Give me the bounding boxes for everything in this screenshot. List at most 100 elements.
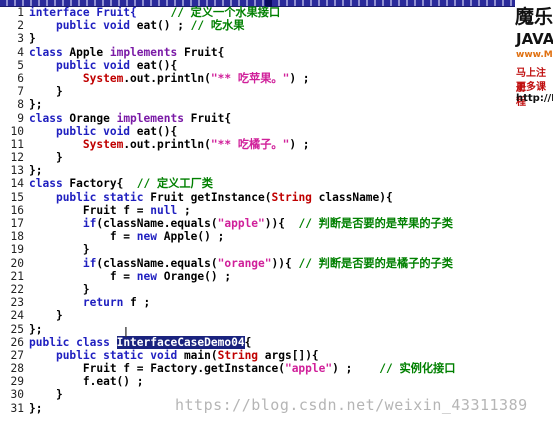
code-text[interactable]: f.eat() ; bbox=[29, 375, 144, 388]
code-text[interactable]: } bbox=[29, 388, 63, 401]
code-text[interactable]: f = new Apple() ; bbox=[29, 230, 225, 244]
line-number: 22 bbox=[10, 282, 24, 296]
mouse-ibeam-cursor-icon: I bbox=[124, 326, 128, 341]
line-number: 23 bbox=[10, 296, 24, 310]
code-token: // 定义一个水果接口 bbox=[136, 6, 281, 19]
code-text[interactable]: public class InterfaceCaseDemo04{ bbox=[29, 335, 252, 349]
code-text[interactable]: } bbox=[29, 151, 63, 164]
code-token: if bbox=[82, 256, 97, 270]
code-text[interactable]: } bbox=[29, 32, 36, 45]
code-text[interactable]: System.out.println("** 吃橘子。") ; bbox=[29, 138, 310, 151]
line-number: 4 bbox=[17, 45, 24, 59]
code-line[interactable]: 26 public class InterfaceCaseDemo04{ bbox=[0, 335, 515, 349]
code-text[interactable]: class Factory{ // 定义工厂类 bbox=[29, 177, 213, 190]
code-line[interactable]: 11 System.out.println("** 吃橘子。") ; bbox=[0, 138, 515, 151]
code-line[interactable]: 6 System.out.println("** 吃苹果。") ; bbox=[0, 72, 515, 85]
code-text[interactable]: public void eat() ; // 吃水果 bbox=[29, 19, 245, 33]
code-line[interactable]: 13}; bbox=[0, 164, 515, 177]
code-text[interactable]: }; bbox=[29, 98, 42, 111]
code-text[interactable]: if(className.equals("apple")){ // 判断是否要的… bbox=[29, 217, 453, 230]
ad-url-link[interactable]: www.M bbox=[516, 50, 553, 60]
code-line[interactable]: 8}; bbox=[0, 98, 515, 111]
code-text[interactable]: public void eat(){ bbox=[29, 125, 177, 138]
code-token: args[]){ bbox=[258, 348, 319, 362]
line-number: 5 bbox=[17, 58, 24, 72]
code-token: } bbox=[29, 309, 63, 323]
code-text[interactable]: interface Fruit{ // 定义一个水果接口 bbox=[29, 6, 280, 19]
ad-http-link[interactable]: http://B bbox=[516, 93, 553, 104]
code-token: className){ bbox=[311, 190, 393, 204]
code-line[interactable]: 16 Fruit f = null ; bbox=[0, 204, 515, 217]
code-token: (className.equals( bbox=[96, 217, 218, 230]
code-text[interactable]: f = new Orange() ; bbox=[29, 270, 231, 283]
code-text[interactable]: System.out.println("** 吃苹果。") ; bbox=[29, 72, 310, 85]
code-text[interactable]: return f ; bbox=[29, 296, 150, 309]
line-number: 12 bbox=[10, 151, 24, 165]
code-line[interactable]: 15 public static Fruit getInstance(Strin… bbox=[0, 191, 515, 204]
code-token: Apple() ; bbox=[157, 230, 225, 244]
code-line[interactable]: 21 f = new Orange() ; bbox=[0, 270, 515, 283]
code-line[interactable]: 25}; bbox=[0, 323, 515, 336]
code-token: "** 吃橘子。" bbox=[210, 137, 290, 151]
code-token: } bbox=[29, 151, 63, 165]
code-line[interactable]: 19 } bbox=[0, 243, 515, 256]
code-line[interactable]: 14 class Factory{ // 定义工厂类 bbox=[0, 177, 515, 190]
code-line[interactable]: 23 return f ; bbox=[0, 296, 515, 309]
code-token: }; bbox=[29, 164, 43, 178]
line-number: 21 bbox=[10, 269, 24, 283]
code-line[interactable]: 20 if(className.equals("orange")){ // 判断… bbox=[0, 257, 515, 270]
code-line[interactable]: 4 class Apple implements Fruit{ bbox=[0, 46, 515, 59]
code-text[interactable]: class Apple implements Fruit{ bbox=[29, 46, 224, 59]
code-text[interactable]: }; bbox=[29, 323, 42, 336]
code-line[interactable]: 2 public void eat() ; // 吃水果 bbox=[0, 19, 515, 32]
code-line[interactable]: 18 f = new Apple() ; bbox=[0, 230, 515, 243]
code-text[interactable]: } bbox=[29, 85, 63, 98]
code-line[interactable]: 12 } bbox=[0, 151, 515, 164]
code-text[interactable]: } bbox=[29, 243, 90, 256]
code-token: return bbox=[82, 296, 124, 310]
line-number: 24 bbox=[10, 309, 24, 323]
code-line[interactable]: 9 class Orange implements Fruit{ bbox=[0, 112, 515, 125]
code-line[interactable]: 10 public void eat(){ bbox=[0, 125, 515, 138]
code-text[interactable]: if(className.equals("orange")){ // 判断是否要… bbox=[29, 257, 453, 270]
code-text[interactable]: public static void main(String args[]){ bbox=[29, 349, 319, 362]
code-line[interactable]: 22 } bbox=[0, 283, 515, 296]
code-line[interactable]: 27 public static void main(String args[]… bbox=[0, 349, 515, 362]
code-text[interactable]: public static Fruit getInstance(String c… bbox=[29, 191, 393, 204]
code-text[interactable]: } bbox=[29, 309, 63, 322]
code-token: interface Fruit{ bbox=[29, 6, 137, 19]
code-line[interactable]: 7 } bbox=[0, 85, 515, 98]
code-editor[interactable]: 1 interface Fruit{ // 定义一个水果接口 2 public vo… bbox=[0, 6, 515, 427]
code-token: { bbox=[244, 335, 252, 349]
code-line[interactable]: 1 interface Fruit{ // 定义一个水果接口 bbox=[0, 6, 515, 19]
code-token: Fruit{ bbox=[177, 45, 225, 59]
code-line[interactable]: 28 Fruit f = Factory.getInstance("apple"… bbox=[0, 362, 515, 375]
code-line[interactable]: 29 f.eat() ; bbox=[0, 375, 515, 388]
code-text[interactable]: } bbox=[29, 283, 90, 296]
code-text[interactable]: Fruit f = null ; bbox=[29, 204, 191, 217]
code-line[interactable]: 24 } bbox=[0, 309, 515, 322]
code-token: "apple" bbox=[284, 362, 333, 376]
code-text[interactable]: Fruit f = Factory.getInstance("apple") ;… bbox=[29, 362, 456, 376]
code-line[interactable]: 17 if(className.equals("apple")){ // 判断是… bbox=[0, 217, 515, 230]
ad-java-label: JAVA bbox=[516, 30, 553, 48]
code-token: f = bbox=[29, 230, 137, 244]
code-token: f = bbox=[29, 269, 137, 283]
code-text[interactable]: public void eat(){ bbox=[29, 59, 177, 72]
code-line[interactable]: 5 public void eat(){ bbox=[0, 59, 515, 72]
code-text[interactable]: }; bbox=[29, 402, 42, 415]
code-token: class bbox=[29, 111, 63, 125]
ad-banner[interactable]: 魔乐 JAVA www.M 马上注册 更多课程 http://B bbox=[515, 0, 553, 110]
code-token: public void bbox=[55, 19, 131, 33]
code-line[interactable]: 3} bbox=[0, 32, 515, 45]
code-token: (className.equals( bbox=[96, 256, 218, 270]
code-text[interactable]: }; bbox=[29, 164, 42, 177]
code-text[interactable]: class Orange implements Fruit{ bbox=[29, 112, 231, 125]
